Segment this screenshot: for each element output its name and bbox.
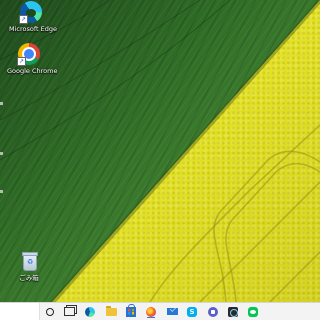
task-view-button[interactable] <box>62 305 76 318</box>
desktop-icon-label: Google Chrome <box>7 67 58 75</box>
edge-icon <box>85 306 95 317</box>
store-bag-icon <box>126 303 136 317</box>
desktop-icon-label: Microsoft Edge <box>9 25 58 33</box>
search-input[interactable] <box>0 308 40 325</box>
edge-icon: ↗ <box>19 1 42 24</box>
taskbar-line-button[interactable] <box>246 305 260 318</box>
taskbar-teams-button[interactable] <box>206 305 220 318</box>
taskbar-edge-button[interactable] <box>83 305 97 318</box>
desktop-edge-mark <box>0 152 3 155</box>
folder-icon <box>105 305 117 316</box>
desktop-edge-mark <box>0 190 3 193</box>
desktop-icon-chrome[interactable]: ↗ Google Chrome <box>7 43 58 75</box>
taskbar-search-box[interactable] <box>0 303 40 325</box>
desktop-icon-recycle-bin[interactable]: ♻ ごみ箱 <box>7 250 51 282</box>
line-icon <box>248 306 258 317</box>
app-icon <box>228 306 238 317</box>
running-indicator <box>147 317 155 318</box>
recycle-bin-icon: ♻ <box>18 250 40 272</box>
mail-icon <box>166 308 178 315</box>
cortana-button[interactable] <box>43 305 57 318</box>
teams-icon <box>208 306 218 317</box>
taskbar-store-button[interactable] <box>124 303 138 318</box>
taskbar-file-explorer-button[interactable] <box>104 305 118 318</box>
chrome-icon: ↗ <box>17 43 40 66</box>
task-view-icon <box>63 307 75 316</box>
desktop-icon-edge[interactable]: ↗ Microsoft Edge <box>9 1 58 33</box>
taskbar-app-button[interactable] <box>226 305 240 318</box>
taskbar-firefox-button[interactable] <box>144 305 158 318</box>
desktop[interactable]: ↗ Microsoft Edge ↗ Google Chrome ♻ ごみ箱 <box>0 0 320 302</box>
taskbar-mail-button[interactable] <box>165 305 179 318</box>
shortcut-arrow-icon: ↗ <box>17 57 26 66</box>
firefox-icon <box>146 306 156 317</box>
taskbar-skype-button[interactable]: S <box>185 305 199 318</box>
desktop-edge-mark <box>0 102 3 105</box>
cortana-circle-icon <box>46 307 54 316</box>
shortcut-arrow-icon: ↗ <box>19 15 28 24</box>
taskbar: S <box>0 302 320 325</box>
skype-icon: S <box>187 306 197 317</box>
desktop-icon-label: ごみ箱 <box>19 274 39 282</box>
